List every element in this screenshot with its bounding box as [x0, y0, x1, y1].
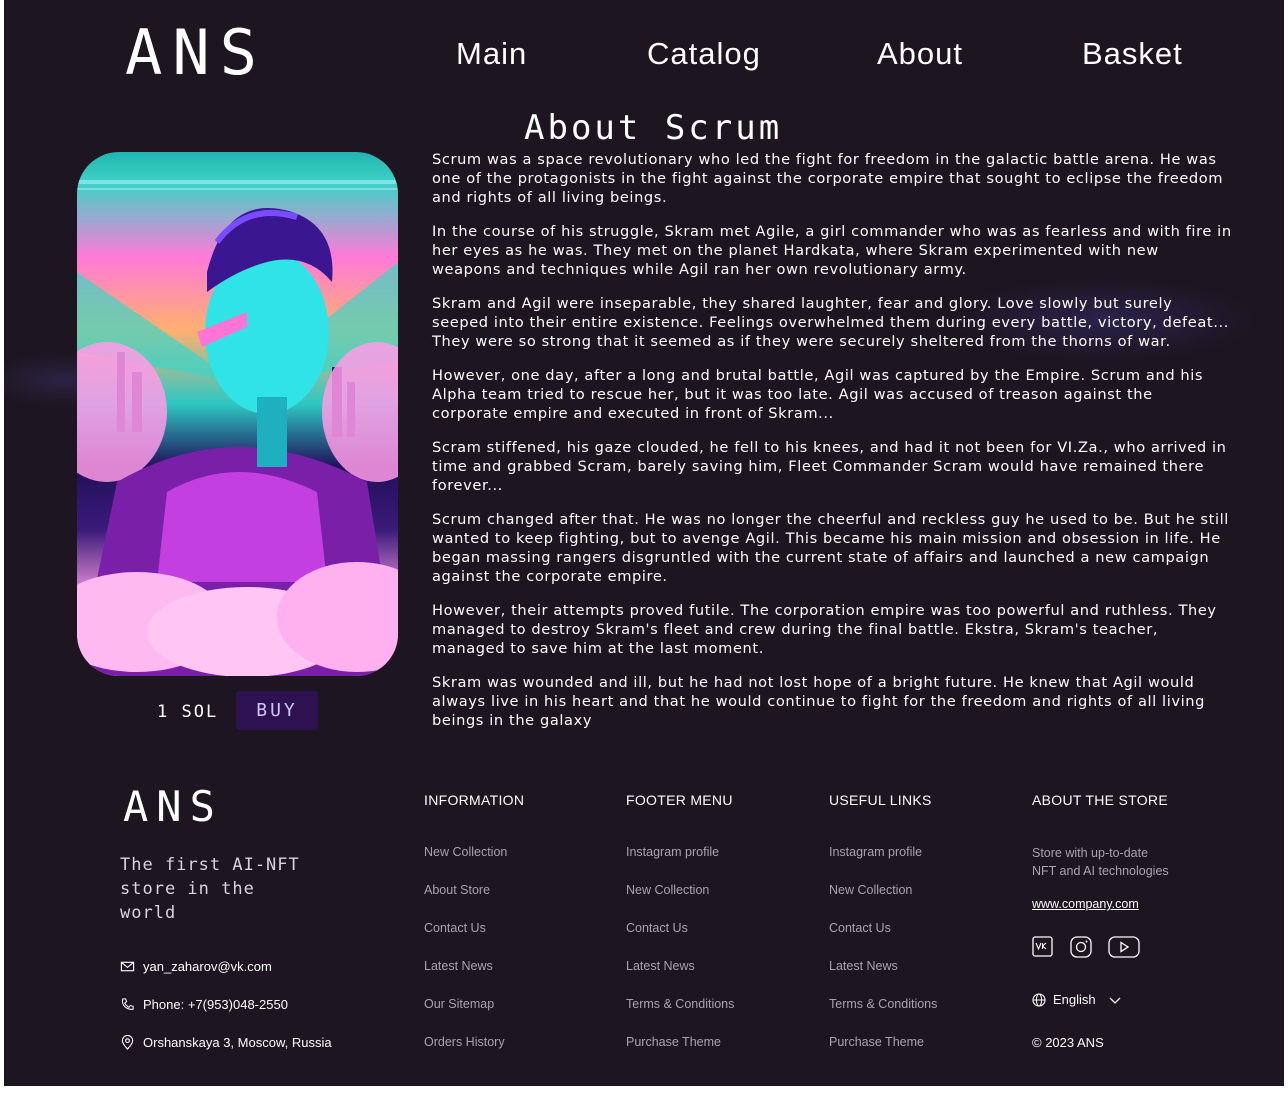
footer-link[interactable]: Terms & Conditions: [829, 997, 937, 1011]
story-paragraph: However, their attempts proved futile. T…: [432, 602, 1217, 657]
price-label: 1 SOL: [157, 702, 219, 722]
story-paragraph: Skram was wounded and ill, but he had no…: [432, 674, 1205, 729]
tagline-line: The first AI-NFT: [120, 855, 300, 875]
footer-link[interactable]: New Collection: [626, 883, 709, 897]
story-paragraph: Skram and Agil were inseparable, they sh…: [432, 295, 1229, 350]
location-pin-icon: [121, 1035, 134, 1050]
story-paragraph: Scram stiffened, his gaze clouded, he fe…: [432, 439, 1227, 494]
contact-email[interactable]: yan_zaharov@vk.com: [120, 959, 272, 974]
footer-link[interactable]: New Collection: [829, 883, 912, 897]
youtube-icon[interactable]: [1108, 936, 1140, 958]
tagline-line: store in the world: [120, 879, 255, 923]
nav-main[interactable]: Main: [456, 36, 527, 72]
footer-tagline: The first AI-NFT store in the world: [120, 853, 310, 925]
footer-link[interactable]: Contact Us: [424, 921, 486, 935]
footer-link[interactable]: Latest News: [829, 959, 898, 973]
nft-card-image: [77, 152, 398, 676]
story-paragraph: Scrum was a space revolutionary who led …: [432, 151, 1224, 206]
nav-catalog[interactable]: Catalog: [647, 36, 761, 72]
phone-icon: [121, 998, 134, 1010]
footer-link[interactable]: Instagram profile: [829, 845, 922, 859]
about-line: NFT and AI technologies: [1032, 864, 1169, 878]
footer-heading-about: ABOUT THE STORE: [1032, 792, 1168, 808]
mail-icon: [120, 961, 135, 972]
footer-link[interactable]: Our Sitemap: [424, 997, 494, 1011]
about-line: Store with up-to-date: [1032, 846, 1149, 860]
nav-about[interactable]: About: [877, 36, 963, 72]
nav-basket[interactable]: Basket: [1082, 36, 1183, 72]
footer-heading-useful-links: USEFUL LINKS: [829, 792, 932, 808]
story-text: Scrum was a space revolutionary who led …: [432, 150, 1232, 745]
footer-link[interactable]: Orders History: [424, 1035, 505, 1049]
footer-link[interactable]: New Collection: [424, 845, 507, 859]
footer-link[interactable]: Latest News: [424, 959, 493, 973]
copyright: © 2023 ANS: [1032, 1035, 1104, 1050]
buy-button[interactable]: BUY: [236, 691, 318, 730]
phone-text: Phone: +7(953)048-2550: [143, 997, 288, 1012]
instagram-icon[interactable]: [1070, 936, 1092, 958]
footer-heading-menu: FOOTER MENU: [626, 792, 733, 808]
story-paragraph: In the course of his struggle, Skram met…: [432, 223, 1232, 278]
nft-illustration: [77, 180, 398, 676]
footer-heading-information: INFORMATION: [424, 792, 525, 808]
email-text: yan_zaharov@vk.com: [143, 959, 272, 974]
footer-link[interactable]: Contact Us: [829, 921, 891, 935]
footer-link[interactable]: Instagram profile: [626, 845, 719, 859]
contact-address[interactable]: Orshanskaya 3, Moscow, Russia: [120, 1035, 332, 1050]
page-title: About Scrum: [524, 108, 783, 148]
chevron-down-icon: [1109, 997, 1121, 1004]
language-selector[interactable]: English: [1032, 992, 1122, 1007]
address-text: Orshanskaya 3, Moscow, Russia: [143, 1035, 332, 1050]
about-store-text: Store with up-to-date NFT and AI technol…: [1032, 844, 1169, 880]
footer-link[interactable]: Purchase Theme: [626, 1035, 721, 1049]
footer-link[interactable]: Contact Us: [626, 921, 688, 935]
contact-phone[interactable]: Phone: +7(953)048-2550: [120, 997, 288, 1012]
vk-icon[interactable]: [1032, 936, 1053, 957]
footer-link[interactable]: Latest News: [626, 959, 695, 973]
story-paragraph: However, one day, after a long and bruta…: [432, 367, 1204, 422]
story-paragraph: Scrum changed after that. He was no long…: [432, 511, 1229, 585]
language-label: English: [1053, 992, 1096, 1007]
site-logo[interactable]: ANS: [125, 22, 267, 84]
footer-link[interactable]: About Store: [424, 883, 490, 897]
footer-link[interactable]: Terms & Conditions: [626, 997, 734, 1011]
globe-icon: [1032, 992, 1046, 1007]
page: ANS Main Catalog About Basket About Scru…: [4, 0, 1284, 1086]
website-link[interactable]: www.company.com: [1032, 897, 1139, 911]
footer-logo[interactable]: ANS: [123, 786, 223, 828]
footer-link[interactable]: Purchase Theme: [829, 1035, 924, 1049]
